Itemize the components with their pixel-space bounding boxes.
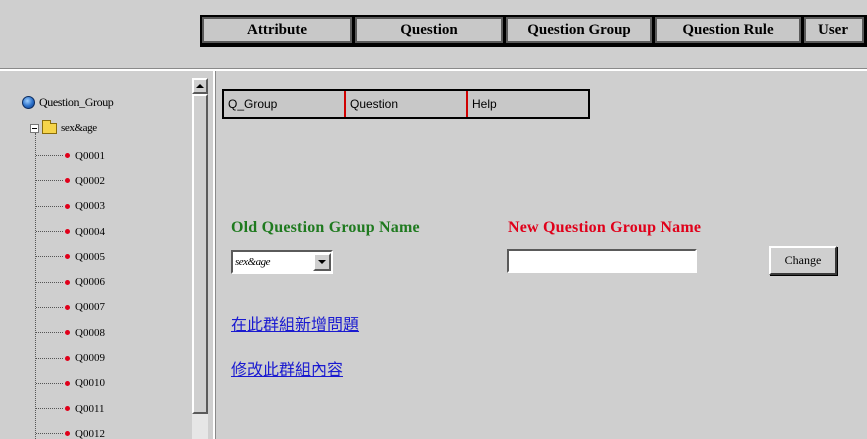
tab-question-label: Question — [400, 21, 458, 38]
globe-icon — [22, 96, 35, 109]
tree-frame: Question_Group sex&age Q0001 Q0002 Q0003… — [0, 71, 215, 439]
bullet-icon — [65, 431, 70, 437]
bullet-icon — [65, 153, 70, 159]
tree-item-label: Q0009 — [75, 352, 105, 365]
folder-icon — [42, 119, 57, 134]
tree-item[interactable]: Q0005 — [36, 244, 105, 269]
old-group-select-value: sex&age — [235, 256, 270, 268]
tree-connector — [36, 155, 63, 157]
tree-item[interactable]: Q0007 — [36, 295, 105, 320]
tree-root[interactable]: Question_Group — [22, 95, 114, 110]
tree-connector — [36, 332, 63, 334]
tree-connector — [36, 382, 63, 384]
tab-q-group[interactable]: Q_Group — [224, 91, 344, 117]
question-list: Q0001 Q0002 Q0003 Q0004 Q0005 Q0006 Q000… — [36, 143, 105, 439]
bullet-icon — [65, 203, 70, 209]
tree-connector — [36, 231, 63, 233]
tab-help[interactable]: Help — [466, 91, 588, 117]
add-question-link[interactable]: 在此群組新增問題 — [231, 311, 359, 335]
tab-q-group-label: Q_Group — [228, 97, 278, 111]
tree-item-label: Q0012 — [75, 427, 105, 439]
tree-item-label: Q0003 — [75, 200, 105, 213]
tree-item-label: Q0011 — [75, 402, 105, 415]
scrollbar-thumb[interactable] — [192, 94, 208, 414]
arrow-up-icon — [196, 84, 204, 88]
tree-connector — [36, 180, 63, 182]
tree-connector — [36, 281, 63, 283]
tree-item[interactable]: Q0001 — [36, 143, 105, 168]
bullet-icon — [65, 229, 70, 235]
old-group-select[interactable]: sex&age — [231, 250, 333, 274]
old-group-name-label: Old Question Group Name — [231, 219, 420, 236]
tree-group-label: sex&age — [61, 122, 97, 134]
tree-item[interactable]: Q0008 — [36, 320, 105, 345]
tree-group-node[interactable]: sex&age — [30, 119, 97, 134]
tab-question-rule-label: Question Rule — [682, 21, 774, 38]
scroll-up-button[interactable] — [192, 78, 208, 94]
tab-question-group-label: Question Group — [527, 21, 631, 38]
tree-item-label: Q0004 — [75, 225, 105, 238]
bullet-icon — [65, 330, 70, 336]
change-button[interactable]: Change — [769, 246, 837, 275]
bullet-icon — [65, 178, 70, 184]
collapse-icon[interactable] — [30, 123, 39, 133]
tree-item-label: Q0001 — [75, 149, 105, 162]
tree-item[interactable]: Q0012 — [36, 421, 105, 439]
question-group-tree: Question_Group sex&age Q0001 Q0002 Q0003… — [0, 71, 192, 439]
tab-question-group[interactable]: Question Group — [506, 17, 652, 43]
tree-connector — [36, 256, 63, 258]
top-nav: Attribute Question Question Group Questi… — [200, 15, 867, 47]
change-button-label: Change — [784, 253, 822, 267]
tree-item[interactable]: Q0002 — [36, 168, 105, 193]
tree-connector — [36, 408, 63, 410]
tab-help-label: Help — [472, 97, 497, 111]
tree-connector — [36, 433, 63, 435]
tree-item-label: Q0010 — [75, 377, 105, 390]
tree-item-label: Q0007 — [75, 301, 105, 314]
tree-scrollbar[interactable] — [192, 78, 208, 439]
sub-nav: Q_Group Question Help — [222, 89, 590, 119]
chevron-down-icon — [318, 260, 326, 264]
tree-connector — [36, 357, 63, 359]
tab-attribute-label: Attribute — [247, 21, 307, 38]
top-bar: Attribute Question Question Group Questi… — [0, 0, 867, 71]
tree-item[interactable]: Q0009 — [36, 345, 105, 370]
bullet-icon — [65, 355, 70, 361]
tree-item[interactable]: Q0011 — [36, 396, 105, 421]
bullet-icon — [65, 380, 70, 386]
bullet-icon — [65, 406, 70, 412]
tree-item[interactable]: Q0004 — [36, 219, 105, 244]
main-frame: Q_Group Question Help Old Question Group… — [216, 71, 867, 439]
tree-item[interactable]: Q0006 — [36, 269, 105, 294]
tree-connector — [36, 306, 63, 308]
tab-question[interactable]: Question — [355, 17, 503, 43]
tree-item-label: Q0008 — [75, 326, 105, 339]
new-group-name-input[interactable] — [507, 249, 697, 273]
tab-user[interactable]: User — [804, 17, 864, 43]
tree-connector — [36, 205, 63, 207]
tab-question-rule[interactable]: Question Rule — [655, 17, 801, 43]
tab-attribute[interactable]: Attribute — [202, 17, 352, 43]
tree-item-label: Q0006 — [75, 276, 105, 289]
dropdown-button[interactable] — [313, 253, 331, 271]
tab-user-label: User — [818, 21, 848, 38]
bullet-icon — [65, 254, 70, 260]
tab-sub-question-label: Question — [350, 97, 399, 111]
bullet-icon — [65, 279, 70, 285]
tree-item-label: Q0005 — [75, 250, 105, 263]
edit-group-link[interactable]: 修改此群組內容 — [231, 356, 343, 380]
tab-sub-question[interactable]: Question — [344, 91, 466, 117]
tree-item[interactable]: Q0003 — [36, 194, 105, 219]
tree-root-label: Question_Group — [39, 95, 114, 109]
bullet-icon — [65, 304, 70, 310]
tree-item[interactable]: Q0010 — [36, 371, 105, 396]
tree-item-label: Q0002 — [75, 174, 105, 187]
new-group-name-label: New Question Group Name — [508, 219, 702, 236]
